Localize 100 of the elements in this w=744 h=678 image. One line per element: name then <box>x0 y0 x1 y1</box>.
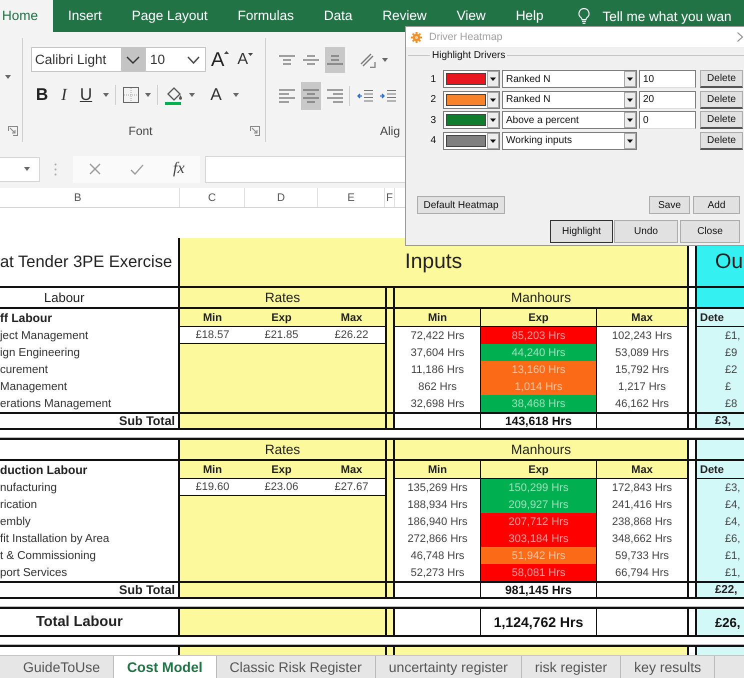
delete-button[interactable]: Delete <box>700 132 743 150</box>
color-dropdown[interactable] <box>443 70 500 88</box>
increase-indent-icon[interactable] <box>380 89 396 103</box>
table-cell <box>687 607 697 637</box>
color-dropdown[interactable] <box>443 132 500 150</box>
table-cell: 85,203 Hrs <box>480 327 597 344</box>
row-label: embly <box>0 513 180 530</box>
sheet-tab[interactable]: risk register <box>522 656 622 678</box>
table-cell <box>385 607 395 637</box>
close-button[interactable]: Close <box>680 220 740 243</box>
value-field[interactable]: 10 <box>639 70 696 88</box>
row-label: ign Engineering <box>0 344 180 361</box>
sheet-tab[interactable]: uncertainty register <box>376 656 522 678</box>
table-cell <box>385 581 395 599</box>
chevron-icon[interactable] <box>121 48 145 71</box>
column-header[interactable]: F <box>385 188 395 207</box>
table-cell: 207,712 Hrs <box>480 513 597 530</box>
borders-icon[interactable] <box>123 87 139 103</box>
sheet-tab[interactable]: Classic Risk Register <box>216 656 376 678</box>
caret-icon[interactable] <box>5 75 11 79</box>
value-field[interactable]: 20 <box>639 90 696 108</box>
name-box-field[interactable] <box>0 156 40 182</box>
font-name-field[interactable]: Calibri Light <box>31 47 146 72</box>
table-cell: £1, <box>697 547 744 564</box>
column-header: Exp <box>480 309 597 327</box>
font-color-button[interactable]: A <box>205 84 227 106</box>
chevron-icon[interactable] <box>187 56 200 64</box>
row-label: Total Labour <box>0 607 180 637</box>
rule-dropdown[interactable]: Working inputs <box>502 132 637 150</box>
ribbon-tab[interactable]: Insert <box>53 0 117 32</box>
italic-button[interactable]: I <box>53 84 75 106</box>
caret-icon[interactable] <box>189 93 195 97</box>
highlight-button[interactable]: Highlight <box>550 220 613 243</box>
cancel-icon[interactable] <box>89 163 101 175</box>
row-label: nufacturing <box>0 479 180 496</box>
table-cell <box>697 438 744 461</box>
table-cell <box>385 645 395 655</box>
row-label: Sub Total <box>0 581 180 599</box>
table-cell: £3, <box>697 479 744 496</box>
table-cell: 150,299 Hrs <box>480 479 597 496</box>
table-cell: £23.06 <box>245 479 318 496</box>
rule-dropdown[interactable]: Ranked N <box>502 90 637 108</box>
table-cell: 1,014 Hrs <box>480 378 597 395</box>
table-cell <box>385 309 395 327</box>
insert-function-button[interactable]: fx <box>173 160 185 178</box>
column-header[interactable]: B <box>0 188 180 207</box>
default-heatmap-button[interactable]: Default Heatmap <box>417 196 505 214</box>
caret-icon[interactable] <box>382 58 388 62</box>
diagonal-arrow-icon[interactable] <box>360 52 376 68</box>
delete-button[interactable]: Delete <box>700 70 743 88</box>
rule-dropdown[interactable]: Above a percent <box>502 111 637 129</box>
column-header: Max <box>318 309 385 327</box>
row-label: Management <box>0 378 180 395</box>
check-icon[interactable] <box>130 164 144 174</box>
delete-button[interactable]: Delete <box>700 90 743 108</box>
color-dropdown[interactable] <box>443 90 500 108</box>
color-dropdown[interactable] <box>443 111 500 129</box>
grow-font-button[interactable]: A <box>211 50 230 70</box>
shrink-font-button[interactable]: A <box>237 52 254 68</box>
ribbon-tab[interactable]: Data <box>308 0 368 32</box>
ribbon-tab[interactable]: Page Layout <box>116 0 223 32</box>
table-cell <box>385 461 395 479</box>
bottom-align-button[interactable] <box>325 47 345 73</box>
column-header: Dete <box>697 309 744 327</box>
delete-button[interactable]: Delete <box>700 111 743 129</box>
table-cell <box>687 564 697 581</box>
center-align-button[interactable] <box>301 82 321 110</box>
decrease-indent-icon[interactable] <box>357 89 373 103</box>
fill-color-icon[interactable] <box>165 85 183 105</box>
sheet-tab[interactable]: Cost Model <box>114 656 216 678</box>
column-header: Max <box>597 461 687 479</box>
underline-button[interactable]: U <box>75 84 97 106</box>
column-header[interactable]: C <box>180 188 245 207</box>
table-cell <box>687 438 697 461</box>
bold-button[interactable]: B <box>31 84 53 106</box>
caret-icon[interactable] <box>145 93 151 97</box>
ribbon-tab[interactable]: Home <box>0 0 54 32</box>
sheet-tab[interactable]: key results <box>621 656 716 678</box>
add-button[interactable]: Add <box>693 196 740 214</box>
save-button[interactable]: Save <box>649 196 690 214</box>
dialog-launcher-icon[interactable] <box>250 126 260 136</box>
column-header[interactable]: D <box>245 188 318 207</box>
undo-button[interactable]: Undo <box>614 220 678 243</box>
row-group-label: duction Labour <box>0 461 180 479</box>
center-align-icon <box>303 89 319 103</box>
caret-icon[interactable] <box>103 93 109 97</box>
caret-icon[interactable] <box>24 167 30 171</box>
row-group-label: ff Labour <box>0 309 180 327</box>
font-size-field[interactable]: 10 <box>146 47 206 72</box>
column-header[interactable]: E <box>318 188 385 207</box>
dialog-launcher-icon[interactable] <box>8 126 18 136</box>
table-cell <box>687 461 697 479</box>
ribbon-tab[interactable]: Formulas <box>222 0 309 32</box>
tell-me-search[interactable]: Tell me what you wan <box>602 8 732 24</box>
row-label: fit Installation by Area <box>0 530 180 547</box>
caret-icon[interactable] <box>233 93 239 97</box>
rule-dropdown[interactable]: Ranked N <box>502 70 637 88</box>
value-field[interactable]: 0 <box>639 111 696 129</box>
lightbulb-icon[interactable] <box>578 8 590 24</box>
row-label: curement <box>0 361 180 378</box>
